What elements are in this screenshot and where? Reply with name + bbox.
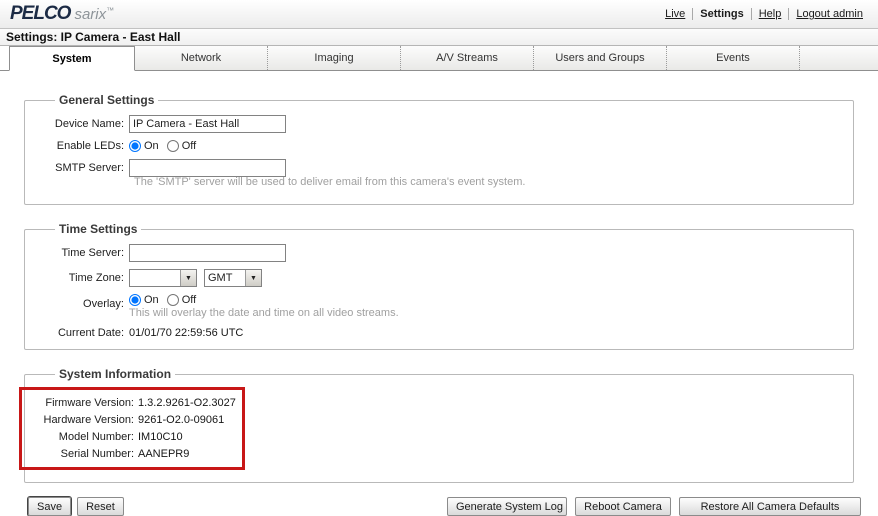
hardware-version-row: Hardware Version: 9261-O2.0-09061 <box>22 414 242 426</box>
header: PELCO sarix ™ Live Settings Help Logout … <box>0 0 878 28</box>
firmware-version-row: Firmware Version: 1.3.2.9261-O2.3027 <box>22 397 242 409</box>
time-server-input[interactable] <box>129 244 286 262</box>
model-number-label: Model Number: <box>58 431 134 443</box>
overlay-off-radio[interactable] <box>166 294 179 306</box>
tab-bar-filler <box>800 46 878 70</box>
overlay-on-option[interactable]: On <box>129 294 159 306</box>
nav-help-link[interactable]: Help <box>752 8 789 20</box>
time-settings-section: Time Settings Time Server: Time Zone: ▼ … <box>24 222 854 350</box>
pelco-wordmark: PELCO <box>10 3 71 24</box>
nav-logout-link[interactable]: Logout admin <box>789 8 870 20</box>
current-date-label: Current Date: <box>57 327 124 339</box>
tab-network[interactable]: Network <box>135 46 268 70</box>
time-zone-offset-value <box>130 270 180 286</box>
general-settings-section: General Settings Device Name: Enable LED… <box>24 93 854 205</box>
smtp-server-label: SMTP Server: <box>55 162 124 174</box>
nav-live-link[interactable]: Live <box>658 8 692 20</box>
firmware-version-label: Firmware Version: <box>45 397 134 409</box>
system-information-section: System Information Firmware Version: 1.3… <box>19 367 854 483</box>
time-settings-legend: Time Settings <box>59 222 138 236</box>
nav-settings-current[interactable]: Settings <box>693 8 750 20</box>
smtp-server-input[interactable] <box>129 159 286 177</box>
overlay-help-text: This will overlay the date and time on a… <box>129 307 399 319</box>
general-settings-legend: General Settings <box>59 93 155 107</box>
enable-leds-label: Enable LEDs: <box>56 140 124 152</box>
time-zone-offset-select[interactable]: ▼ <box>129 269 197 287</box>
enable-leds-on-option[interactable]: On <box>129 140 159 152</box>
enable-leds-off-radio[interactable] <box>166 140 179 152</box>
device-name-label: Device Name: <box>54 118 124 130</box>
overlay-on-label: On <box>144 294 159 306</box>
overlay-label: Overlay: <box>83 298 124 310</box>
device-name-input[interactable] <box>129 115 286 133</box>
overlay-on-radio[interactable] <box>129 294 141 306</box>
model-number-value: IM10C10 <box>138 431 183 443</box>
tab-system[interactable]: System <box>9 46 135 71</box>
time-zone-region-value: GMT <box>208 272 233 284</box>
system-information-legend: System Information <box>59 367 172 381</box>
settings-content: General Settings Device Name: Enable LED… <box>0 71 878 483</box>
device-name-row: Device Name: <box>29 115 845 133</box>
overlay-row: Overlay: On Off This will overlay the da… <box>29 294 845 323</box>
tab-events[interactable]: Events <box>667 46 800 70</box>
pelco-sarix-logo: PELCO sarix ™ <box>10 3 114 25</box>
firmware-version-value: 1.3.2.9261-O2.3027 <box>138 397 236 409</box>
trademark-symbol: ™ <box>106 6 115 15</box>
enable-leds-off-option[interactable]: Off <box>166 140 197 152</box>
overlay-off-option[interactable]: Off <box>166 294 197 306</box>
enable-leds-on-label: On <box>144 140 159 152</box>
model-number-row: Model Number: IM10C10 <box>22 431 242 443</box>
serial-number-value: AANEPR9 <box>138 448 190 460</box>
time-server-label: Time Server: <box>61 247 124 259</box>
time-zone-row: Time Zone: ▼ GMT ▼ <box>29 269 845 287</box>
enable-leds-on-radio[interactable] <box>129 140 141 152</box>
time-zone-label: Time Zone: <box>68 272 124 284</box>
serial-number-label: Serial Number: <box>60 448 134 460</box>
time-server-row: Time Server: <box>29 244 845 262</box>
overlay-off-label: Off <box>181 294 197 306</box>
hardware-version-value: 9261-O2.0-09061 <box>138 414 225 426</box>
tab-av-streams[interactable]: A/V Streams <box>401 46 534 70</box>
camera-settings-page: PELCO sarix ™ Live Settings Help Logout … <box>0 0 878 516</box>
time-zone-region-select[interactable]: GMT ▼ <box>204 269 262 287</box>
overlay-radio-group: On Off <box>129 294 399 306</box>
enable-leds-radio-group: On Off <box>129 140 204 152</box>
enable-leds-off-label: Off <box>181 140 197 152</box>
sarix-wordmark: sarix <box>74 6 107 23</box>
smtp-server-row: SMTP Server: <box>29 159 845 177</box>
current-date-value: 01/01/70 22:59:56 UTC <box>129 327 244 339</box>
chevron-down-icon: ▼ <box>245 270 261 286</box>
serial-number-row: Serial Number: AANEPR9 <box>22 448 242 460</box>
chevron-down-icon: ▼ <box>180 270 196 286</box>
tab-imaging[interactable]: Imaging <box>268 46 401 70</box>
hardware-version-label: Hardware Version: <box>43 414 135 426</box>
page-title: Settings: IP Camera - East Hall <box>0 28 878 46</box>
top-nav: Live Settings Help Logout admin <box>658 8 870 20</box>
smtp-help-text: The 'SMTP' server will be used to delive… <box>134 176 526 188</box>
current-date-row: Current Date: 01/01/70 22:59:56 UTC <box>29 327 845 339</box>
tab-users-and-groups[interactable]: Users and Groups <box>534 46 667 70</box>
system-info-highlight-box: Firmware Version: 1.3.2.9261-O2.3027 Har… <box>19 387 245 470</box>
tab-bar: System Network Imaging A/V Streams Users… <box>0 46 878 71</box>
enable-leds-row: Enable LEDs: On Off <box>29 140 845 152</box>
